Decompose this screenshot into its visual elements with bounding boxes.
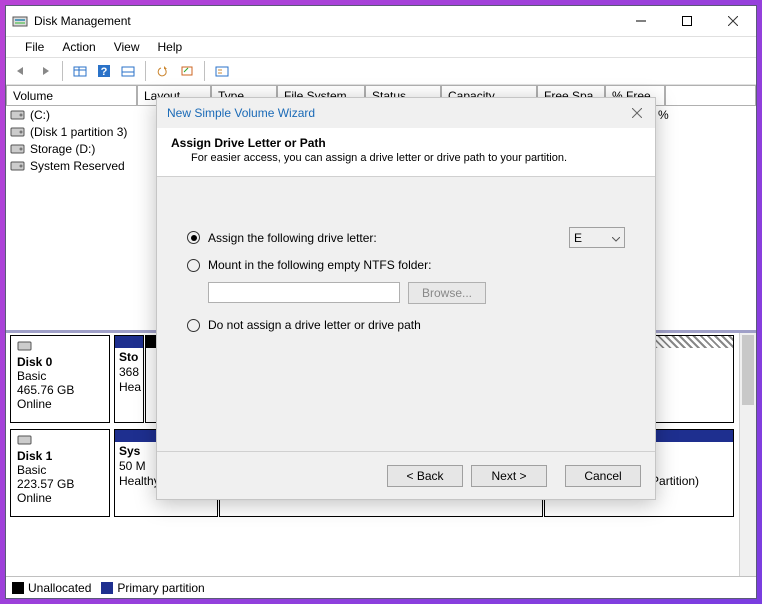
option-none-label: Do not assign a drive letter or drive pa… xyxy=(208,318,421,332)
volume-name: System Reserved xyxy=(30,159,125,173)
volume-name: (Disk 1 partition 3) xyxy=(30,125,127,139)
partition[interactable]: Sto 368 Hea xyxy=(114,335,144,423)
volume-name: (C:) xyxy=(30,108,50,122)
wizard-title: New Simple Volume Wizard xyxy=(167,106,315,120)
swatch-blue xyxy=(101,582,113,594)
table-view-icon[interactable] xyxy=(69,60,91,82)
pct-free-fragment: % xyxy=(658,108,669,122)
next-button[interactable]: Next > xyxy=(471,465,547,487)
separator xyxy=(204,61,205,81)
toolbar: ? xyxy=(6,57,756,85)
menu-help[interactable]: Help xyxy=(149,38,192,56)
option-mount-label: Mount in the following empty NTFS folder… xyxy=(208,258,431,272)
wizard-body: Assign the following drive letter: E Mou… xyxy=(157,177,655,451)
menu-view[interactable]: View xyxy=(105,38,149,56)
form-view-icon[interactable] xyxy=(211,60,233,82)
stripe-primary xyxy=(115,336,143,348)
minimize-button[interactable] xyxy=(618,6,664,36)
disk-icon xyxy=(17,340,103,355)
refresh-icon[interactable] xyxy=(152,60,174,82)
part-title: Sto xyxy=(119,350,138,364)
window-title: Disk Management xyxy=(34,14,618,28)
volume-icon xyxy=(10,160,26,172)
new-simple-volume-wizard: New Simple Volume Wizard Assign Drive Le… xyxy=(156,97,656,500)
back-icon[interactable] xyxy=(10,60,32,82)
menu-file[interactable]: File xyxy=(16,38,53,56)
app-icon xyxy=(12,13,28,29)
grid-view-icon[interactable] xyxy=(117,60,139,82)
edit-icon[interactable] xyxy=(176,60,198,82)
mount-input-row: Browse... xyxy=(208,282,625,304)
part-status: Hea xyxy=(119,380,141,394)
help-icon[interactable]: ? xyxy=(93,60,115,82)
wizard-heading: Assign Drive Letter or Path xyxy=(171,136,641,150)
close-button[interactable] xyxy=(710,6,756,36)
browse-button: Browse... xyxy=(408,282,486,304)
titlebar: Disk Management xyxy=(6,6,756,37)
separator xyxy=(145,61,146,81)
radio-mount[interactable] xyxy=(187,259,200,272)
col-volume[interactable]: Volume xyxy=(6,85,137,106)
col-spacer xyxy=(665,85,756,106)
radio-assign[interactable] xyxy=(187,231,200,244)
legend: Unallocated Primary partition xyxy=(6,576,756,598)
wizard-header: Assign Drive Letter or Path For easier a… xyxy=(157,128,655,177)
disk-type: Basic xyxy=(17,369,103,383)
option-mount-folder[interactable]: Mount in the following empty NTFS folder… xyxy=(187,258,625,272)
disk-info[interactable]: Disk 0 Basic 465.76 GB Online xyxy=(10,335,110,423)
stripe-hatch xyxy=(655,336,733,348)
wizard-titlebar: New Simple Volume Wizard xyxy=(157,98,655,128)
disk-status: Online xyxy=(17,397,103,411)
chevron-down-icon xyxy=(612,231,620,245)
back-button[interactable]: < Back xyxy=(387,465,463,487)
disk-label: Disk 1 xyxy=(17,449,52,463)
separator xyxy=(62,61,63,81)
legend-unallocated: Unallocated xyxy=(12,581,91,595)
scrollbar-thumb[interactable] xyxy=(742,335,754,405)
legend-primary: Primary partition xyxy=(101,581,204,595)
disk-info[interactable]: Disk 1 Basic 223.57 GB Online xyxy=(10,429,110,517)
swatch-black xyxy=(12,582,24,594)
disk-icon xyxy=(17,434,103,449)
option-assign-label: Assign the following drive letter: xyxy=(208,231,377,245)
drive-letter-value: E xyxy=(574,231,582,245)
option-no-letter[interactable]: Do not assign a drive letter or drive pa… xyxy=(187,318,625,332)
menubar: File Action View Help xyxy=(6,37,756,57)
part-title: Sys xyxy=(119,444,140,458)
volume-name: Storage (D:) xyxy=(30,142,95,156)
radio-none[interactable] xyxy=(187,319,200,332)
scrollbar[interactable] xyxy=(739,333,756,576)
wizard-close-button[interactable] xyxy=(619,99,655,127)
mount-path-input[interactable] xyxy=(208,282,400,303)
volume-icon xyxy=(10,126,26,138)
drive-letter-select[interactable]: E xyxy=(569,227,625,248)
part-size: 50 M xyxy=(119,459,146,473)
disk-size: 223.57 GB xyxy=(17,477,103,491)
volume-icon xyxy=(10,143,26,155)
disk-type: Basic xyxy=(17,463,103,477)
cancel-button[interactable]: Cancel xyxy=(565,465,641,487)
option-assign-letter[interactable]: Assign the following drive letter: E xyxy=(187,227,625,248)
wizard-footer: < Back Next > Cancel xyxy=(157,451,655,499)
disk-status: Online xyxy=(17,491,103,505)
part-size: 368 xyxy=(119,365,139,379)
menu-action[interactable]: Action xyxy=(53,38,104,56)
maximize-button[interactable] xyxy=(664,6,710,36)
forward-icon[interactable] xyxy=(34,60,56,82)
partition-hatched[interactable] xyxy=(654,335,734,423)
volume-icon xyxy=(10,109,26,121)
disk-size: 465.76 GB xyxy=(17,383,103,397)
disk-label: Disk 0 xyxy=(17,355,52,369)
wizard-subheading: For easier access, you can assign a driv… xyxy=(171,152,641,164)
svg-text:?: ? xyxy=(101,66,108,78)
